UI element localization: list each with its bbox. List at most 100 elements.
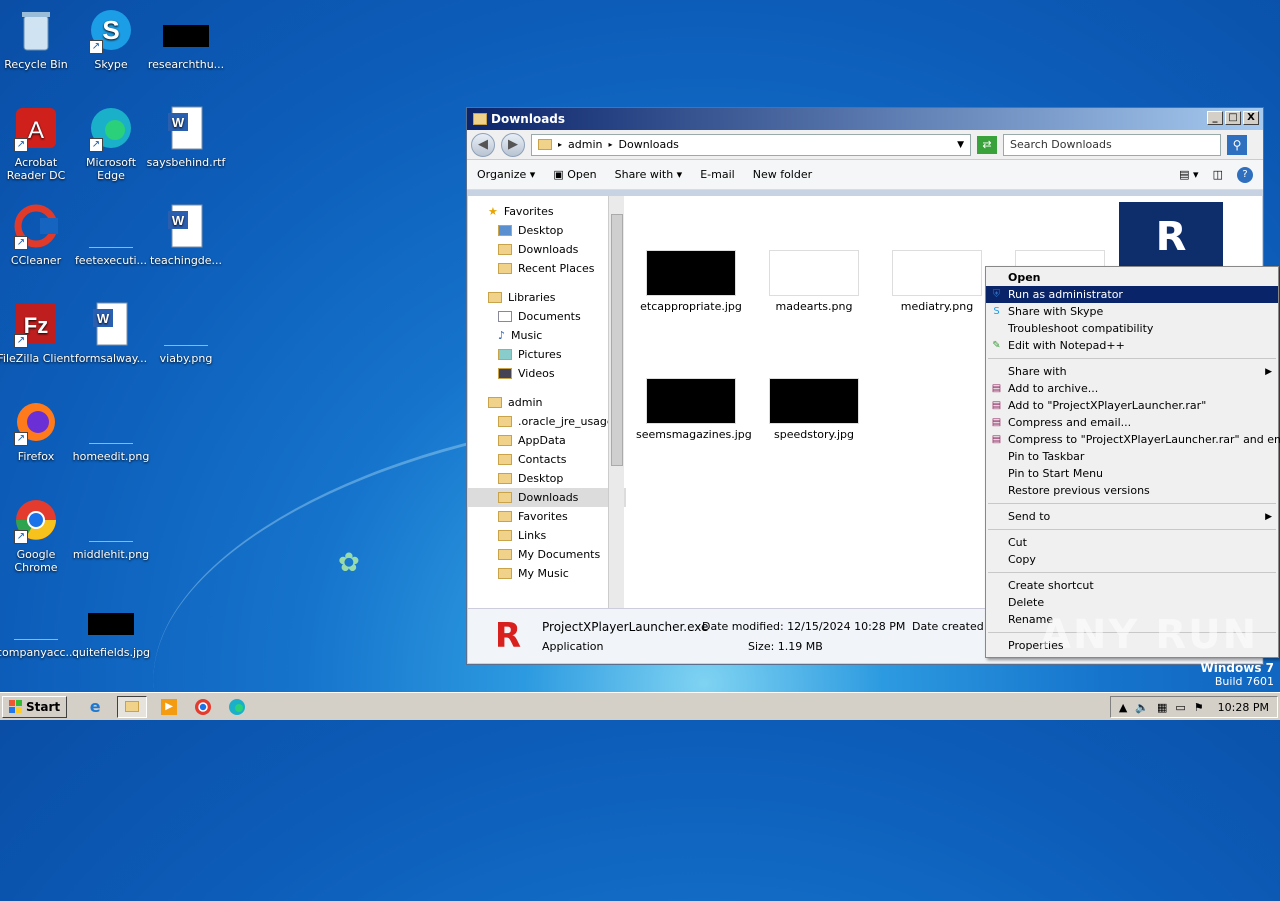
menu-item-pin-to-taskbar[interactable]: Pin to Taskbar [986,448,1278,465]
menu-item-share-with-skype[interactable]: S Share with Skype [986,303,1278,320]
address-bar[interactable]: ▸ admin ▸ Downloads ▼ [531,133,971,156]
desktop-icon-quitefields[interactable]: quitefields.jpg [71,594,151,659]
email-button[interactable]: E-mail [700,168,735,181]
new-folder-button[interactable]: New folder [753,168,812,181]
ie-icon[interactable]: e [83,696,107,718]
menu-item-delete[interactable]: Delete [986,594,1278,611]
desktop-icon [498,225,512,236]
chevron-down-icon[interactable]: ▼ [957,140,964,150]
nav-item-favorites[interactable]: Favorites [468,507,626,526]
nav-item-downloads[interactable]: Downloads [468,240,626,259]
menu-item-pin-to-start-menu[interactable]: Pin to Start Menu [986,465,1278,482]
file-item[interactable]: mediatry.png [882,250,992,313]
help-icon[interactable]: ? [1237,166,1253,183]
search-input[interactable]: Search Downloads [1003,133,1221,156]
desktop-icon-recycle-bin[interactable]: Recycle Bin [0,6,76,71]
desktop-icon-middlehit[interactable]: middlehit.png [71,496,151,561]
open-button[interactable]: ▣ Open [553,168,596,181]
menu-item-add-to-archive[interactable]: ▤ Add to archive... [986,380,1278,397]
scrollbar-thumb[interactable] [611,214,623,466]
breadcrumb-downloads[interactable]: Downloads [619,138,679,151]
nav-item-recent-places[interactable]: Recent Places [468,259,626,278]
desktop-icon-ccleaner[interactable]: ↗ CCleaner [0,202,76,267]
forward-button[interactable]: ▶ [501,132,525,157]
action-center-icon[interactable]: ⚑ [1194,701,1204,714]
nav-item-desktop-2[interactable]: Desktop [468,469,626,488]
file-icon [87,202,135,250]
breadcrumb-admin[interactable]: admin [568,138,602,151]
file-item[interactable]: seemsmagazines.jpg [636,378,752,441]
view-options-icon[interactable]: ▤ ▾ [1179,168,1198,181]
nav-item-desktop[interactable]: Desktop [468,221,626,240]
refresh-button[interactable]: ⇄ [977,135,997,154]
desktop-icon-formsalway[interactable]: W formsalway... [71,300,151,365]
nav-item-appdata[interactable]: AppData [468,431,626,450]
maximize-button[interactable]: □ [1225,111,1241,125]
nav-scrollbar[interactable] [608,196,624,608]
organize-button[interactable]: Organize ▾ [477,168,535,181]
power-icon[interactable]: ▭ [1175,701,1185,714]
menu-item-edit-with-notepad[interactable]: ✎ Edit with Notepad++ [986,337,1278,354]
nav-libraries-header[interactable]: Libraries [468,288,626,307]
nav-item-downloads-2[interactable]: Downloads [468,488,626,507]
title-bar[interactable]: Downloads _ □ X [467,108,1263,130]
nav-item-pictures[interactable]: Pictures [468,345,626,364]
preview-pane-icon[interactable]: ◫ [1213,168,1223,181]
explorer-taskbar-icon[interactable] [117,695,148,718]
desktop-icon-homeedit[interactable]: homeedit.png [71,398,151,463]
file-item[interactable]: etcappropriate.jpg [636,250,746,313]
network-icon[interactable]: ▦ [1157,701,1167,714]
tray-expand-icon[interactable]: ▲ [1119,701,1127,714]
desktop-icon-researchthu[interactable]: researchthu... [146,6,226,71]
menu-item-send-to[interactable]: Send to ▶ [986,508,1278,525]
menu-item-create-shortcut[interactable]: Create shortcut [986,577,1278,594]
desktop-icon-skype[interactable]: S ↗ Skype [71,6,151,71]
desktop-icon-filezilla[interactable]: Fz ↗ FileZilla Client [0,300,76,365]
search-icon[interactable]: ⚲ [1227,134,1247,155]
close-button[interactable]: X [1243,111,1259,125]
nav-item-music[interactable]: ♪ Music [468,326,626,345]
menu-item-restore-previous-versions[interactable]: Restore previous versions [986,482,1278,499]
desktop-icon-teachingde[interactable]: W teachingde... [146,202,226,267]
clock[interactable]: 10:28 PM [1218,701,1269,714]
nav-item-oracle-jre-usage[interactable]: .oracle_jre_usage [468,412,626,431]
menu-item-troubleshoot-compatibility[interactable]: Troubleshoot compatibility [986,320,1278,337]
nav-favorites-header[interactable]: ★ Favorites [468,202,626,221]
edge-icon[interactable] [225,696,249,718]
desktop-icon-companyacc[interactable]: companyacc... [0,594,76,659]
media-player-icon[interactable]: ▶ [157,696,181,718]
nav-item-my-documents[interactable]: My Documents [468,545,626,564]
nav-item-documents[interactable]: Documents [468,307,626,326]
menu-item-share-with[interactable]: Share with ▶ [986,363,1278,380]
desktop-icon-edge[interactable]: ↗ Microsoft Edge [71,104,151,182]
file-item-selected[interactable]: R [1116,202,1226,272]
back-button[interactable]: ◀ [471,132,495,157]
nav-item-my-music[interactable]: My Music [468,564,626,583]
menu-item-copy[interactable]: Copy [986,551,1278,568]
start-button[interactable]: Start [2,695,68,718]
desktop-icon-chrome[interactable]: ↗ Google Chrome [0,496,76,574]
file-item[interactable]: speedstory.jpg [759,378,869,441]
nav-item-contacts[interactable]: Contacts [468,450,626,469]
volume-icon[interactable]: 🔈 [1135,701,1149,714]
desktop-icon-acrobat[interactable]: A ↗ Acrobat Reader DC [0,104,76,182]
desktop-icon-feetexecuti[interactable]: feetexecuti... [71,202,151,267]
menu-item-open[interactable]: Open [986,269,1278,286]
pictures-icon [498,349,512,360]
nav-user-header[interactable]: admin [468,393,626,412]
nav-item-videos[interactable]: Videos [468,364,626,383]
minimize-button[interactable]: _ [1207,111,1223,125]
menu-item-add-to-projectxplayerlauncher-rar[interactable]: ▤ Add to "ProjectXPlayerLauncher.rar" [986,397,1278,414]
desktop-icon-viaby[interactable]: viaby.png [146,300,226,365]
taskbar: Start e ▶ ▲ 🔈 ▦ ▭ ⚑ 10:28 PM [0,692,1280,720]
desktop-icon-firefox[interactable]: ↗ Firefox [0,398,76,463]
menu-item-cut[interactable]: Cut [986,534,1278,551]
chrome-icon[interactable] [191,696,215,718]
menu-item-compress-to-projectxplayerlauncher-rar-and-email[interactable]: ▤ Compress to "ProjectXPlayerLauncher.rar… [986,431,1280,448]
nav-item-links[interactable]: Links [468,526,626,545]
file-item[interactable]: madearts.png [759,250,869,313]
menu-item-run-as-administrator[interactable]: ⛨ Run as administrator [986,286,1278,303]
menu-item-compress-and-email[interactable]: ▤ Compress and email... [986,414,1278,431]
desktop-icon-saysbehind[interactable]: W saysbehind.rtf [146,104,226,169]
share-with-button[interactable]: Share with ▾ [615,168,683,181]
